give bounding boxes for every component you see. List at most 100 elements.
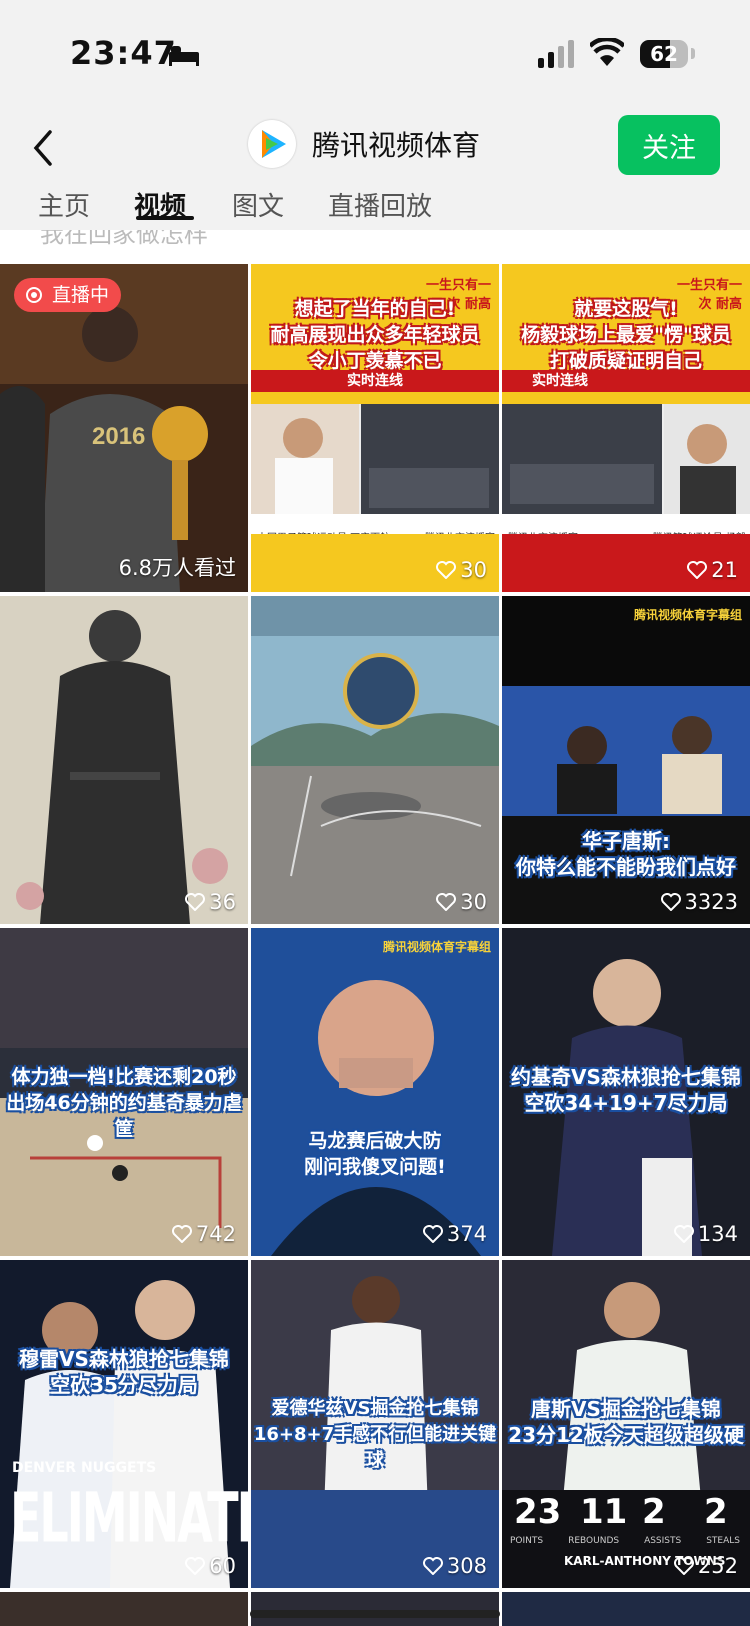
like-count-text: 60 <box>209 1554 236 1578</box>
view-count: 6.8万人看过 <box>119 552 236 582</box>
video-grid: 2016 直播中 6.8万人看过 一生只有一次 耐高 想起了当年的自己! 耐高展现… <box>0 264 750 1626</box>
back-arrow-icon[interactable] <box>28 126 58 170</box>
video-tile[interactable]: 体力独一档!比赛还剩20秒 出场46分钟的约基奇暴力虐筐 742 <box>0 928 248 1256</box>
subtitle-group-tag: 腾讯视频体育字幕组 <box>633 608 742 622</box>
battery-indicator: 62 <box>640 40 688 68</box>
video-tile[interactable]: 一生只有一次 耐高 想起了当年的自己! 耐高展现出众多年轻球员 令小丁羡慕不已 实时… <box>251 264 499 592</box>
subtitle-group-tag: 腾讯视频体育字幕组 <box>382 940 491 954</box>
heart-icon <box>171 1225 192 1243</box>
battery-percent: 62 <box>650 42 678 66</box>
video-thumbnail <box>251 596 499 924</box>
wifi-icon <box>590 38 624 66</box>
heart-icon <box>422 1557 443 1575</box>
like-count: 742 <box>171 1222 236 1246</box>
stat-points: 23 <box>514 1492 562 1532</box>
svg-text:2016: 2016 <box>92 423 145 450</box>
sub-label: 实时连线 <box>251 370 499 392</box>
like-count-text: 742 <box>195 1222 236 1246</box>
like-count: 30 <box>436 890 487 914</box>
like-count-text: 30 <box>460 558 487 582</box>
channel-title: 腾讯视频体育 <box>312 129 481 162</box>
cellular-signal-icon <box>538 40 574 68</box>
like-count-text: 308 <box>446 1554 487 1578</box>
heart-icon <box>660 893 681 911</box>
stat-assists: 2 <box>642 1492 666 1532</box>
video-caption: 体力独一档!比赛还剩20秒 出场46分钟的约基奇暴力虐筐 <box>6 1066 242 1140</box>
channel-header: 腾讯视频体育 关注 主页 视频 图文 直播回放 <box>0 110 750 230</box>
home-indicator[interactable] <box>250 1610 500 1618</box>
like-count-text: 252 <box>697 1554 738 1578</box>
video-caption: 想起了当年的自己! 耐高展现出众多年轻球员 令小丁羡慕不已 <box>270 298 480 372</box>
clock: 23:47 <box>70 34 177 72</box>
video-caption: 约基奇VS森林狼抢七集锦 空砍34+19+7尽力局 <box>511 1065 741 1115</box>
tab-home[interactable]: 主页 <box>38 186 90 223</box>
team-label: DENVER NUGGETS <box>12 1460 157 1476</box>
tab-articles[interactable]: 图文 <box>232 186 284 223</box>
video-caption: 爱德华兹VS掘金抢七集锦 16+8+7手感不行但能进关键球 <box>253 1398 497 1471</box>
video-tile[interactable]: 30 <box>251 596 499 924</box>
battery-tip <box>691 48 695 59</box>
video-caption: 唐斯VS掘金抢七集锦 23分12板今天超级超级硬 <box>508 1397 744 1447</box>
eliminated-label: ELIMINATED <box>10 1477 248 1558</box>
video-tile[interactable]: 爱德华兹VS掘金抢七集锦 16+8+7手感不行但能进关键球 308 <box>251 1260 499 1588</box>
video-caption: 穆雷VS森林狼抢七集锦 空砍35分尽力局 <box>19 1347 229 1397</box>
video-thumbnail <box>502 404 750 514</box>
like-count-text: 134 <box>697 1222 738 1246</box>
like-count-text: 30 <box>460 890 487 914</box>
video-tile[interactable]: 唐斯VS掘金抢七集锦 23分12板今天超级超级硬 23 11 2 2 POINTS… <box>502 1260 750 1588</box>
video-thumbnail <box>251 404 499 514</box>
video-thumbnail <box>0 596 248 924</box>
like-count: 3323 <box>660 890 738 914</box>
heart-icon <box>687 561 708 579</box>
heart-icon <box>673 1225 694 1243</box>
video-tile[interactable]: 约基奇VS森林狼抢七集锦 空砍34+19+7尽力局 134 <box>502 928 750 1256</box>
like-count-text: 21 <box>711 558 738 582</box>
like-count: 60 <box>185 1554 236 1578</box>
video-caption: 就要这股气! 杨毅球场上最爱"愣"球员 打破质疑证明自己 <box>521 298 731 372</box>
tab-bar: 主页 视频 图文 直播回放 <box>0 182 750 230</box>
live-dot-icon <box>26 287 42 303</box>
video-tile-partial[interactable] <box>251 1592 499 1626</box>
title-banner: 一生只有一次 耐高 想起了当年的自己! 耐高展现出众多年轻球员 令小丁羡慕不已 实时… <box>251 264 499 404</box>
video-tile[interactable]: 腾讯视频体育字幕组 马龙赛后破大防 刚问我傻叉问题! 374 <box>251 928 499 1256</box>
follow-button[interactable]: 关注 <box>618 115 720 175</box>
view-count-text: 6.8万人看过 <box>118 556 236 580</box>
title-banner: 一生只有一次 耐高 就要这股气! 杨毅球场上最爱"愣"球员 打破质疑证明自己 实时连… <box>502 264 750 404</box>
like-count: 21 <box>687 558 738 582</box>
video-caption: 华子唐斯: 你特么能不能盼我们点好 <box>516 829 736 879</box>
like-count: 252 <box>673 1554 738 1578</box>
like-count: 374 <box>422 1222 487 1246</box>
scrolled-content-peek: 我在回家做怎样 <box>0 230 750 264</box>
stat-label: STEALS <box>706 1536 740 1546</box>
heart-icon <box>185 893 206 911</box>
live-label: 直播中 <box>52 284 110 306</box>
peek-text: 我在回家做怎样 <box>40 230 208 248</box>
tencent-video-logo <box>248 120 296 168</box>
video-tile[interactable]: 穆雷VS森林狼抢七集锦 空砍35分尽力局 DENVER NUGGETS ELIMI… <box>0 1260 248 1588</box>
heart-icon <box>436 561 457 579</box>
like-count-text: 374 <box>446 1222 487 1246</box>
video-tile[interactable]: 2016 直播中 6.8万人看过 <box>0 264 248 592</box>
stat-steals: 2 <box>704 1492 728 1532</box>
heart-icon <box>436 893 457 911</box>
tab-live-replay[interactable]: 直播回放 <box>328 186 432 223</box>
video-thumbnail <box>251 928 499 1256</box>
like-count: 30 <box>436 558 487 582</box>
stat-labels: POINTS REBOUNDS ASSISTS STEALS <box>510 1536 750 1546</box>
video-tile-partial[interactable] <box>0 1592 248 1626</box>
video-tile-partial[interactable] <box>502 1592 750 1626</box>
active-tab-indicator <box>136 216 194 220</box>
sleep-mode-icon <box>169 46 199 66</box>
status-bar: 23:47 62 <box>0 0 750 110</box>
video-tile[interactable]: 36 <box>0 596 248 924</box>
video-tile[interactable]: 腾讯视频体育字幕组 华子唐斯: 你特么能不能盼我们点好 3323 <box>502 596 750 924</box>
like-count: 134 <box>673 1222 738 1246</box>
like-count-text: 36 <box>209 890 236 914</box>
like-count: 308 <box>422 1554 487 1578</box>
heart-icon <box>185 1557 206 1575</box>
video-tile[interactable]: 一生只有一次 耐高 就要这股气! 杨毅球场上最爱"愣"球员 打破质疑证明自己 实时连… <box>502 264 750 592</box>
stat-label: REBOUNDS <box>568 1536 620 1546</box>
video-caption: 马龙赛后破大防 刚问我傻叉问题! <box>304 1130 446 1178</box>
live-badge: 直播中 <box>14 278 122 312</box>
like-count: 36 <box>185 890 236 914</box>
